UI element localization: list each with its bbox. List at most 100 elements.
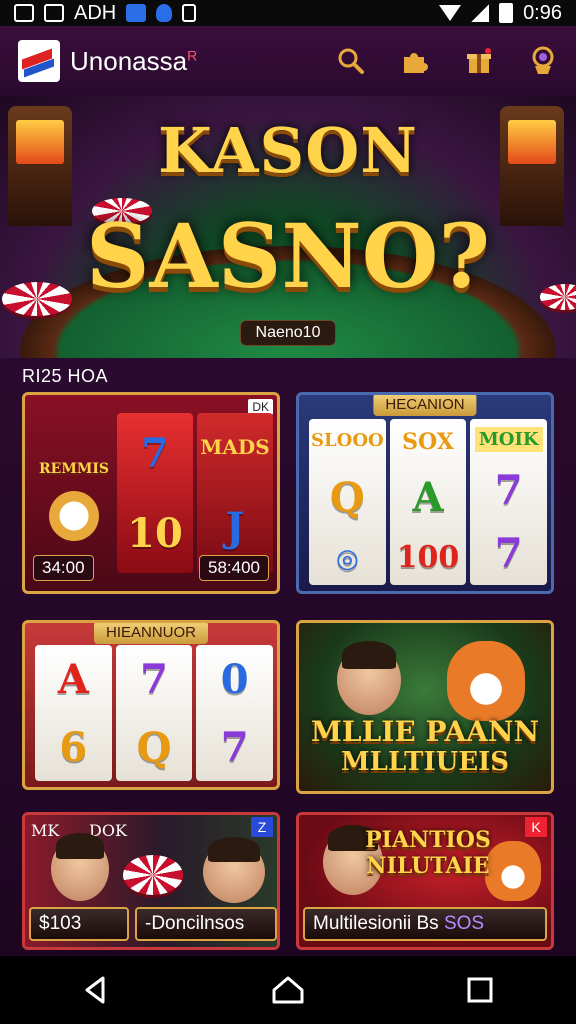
hero-banner[interactable]: KASON SASNO? Naeno10 bbox=[0, 96, 576, 358]
reel: A 6 bbox=[35, 645, 112, 781]
slot-reels: 7 10 MADS J bbox=[117, 413, 273, 573]
swirl-icon: ◎ bbox=[335, 543, 359, 574]
reel-symbol: J bbox=[225, 503, 245, 551]
promo-title-line1: MLLIE PAANN bbox=[310, 715, 540, 748]
reel: MADS J bbox=[197, 413, 273, 573]
slot-card[interactable]: HECANION SLOOO Q ◎ SOX A 100 MOIK 7 7 bbox=[296, 392, 554, 594]
balance-right: -Doncilnsos bbox=[135, 907, 277, 941]
status-time: 0:96 bbox=[523, 1, 562, 24]
status-right: 0:96 bbox=[439, 2, 562, 25]
slot-reels: A 6 7 Q 0 7 bbox=[35, 645, 274, 781]
search-button[interactable] bbox=[336, 46, 366, 76]
promo-card[interactable]: MLLIE PAANN MLLTIUEIS bbox=[296, 620, 554, 794]
image-icon bbox=[14, 4, 34, 22]
slot-card[interactable]: DK REMMIS 7 10 MADS J 34:00 58:400 bbox=[22, 392, 280, 594]
reel-symbol: A bbox=[57, 655, 89, 703]
search-icon bbox=[338, 48, 364, 74]
chip-icon bbox=[123, 855, 183, 895]
promo-tag-left: MK bbox=[31, 821, 60, 840]
slot-emblem-label: REMMIS bbox=[39, 461, 109, 477]
reel-symbol: 7 bbox=[141, 429, 169, 477]
hero-pill[interactable]: Naeno10 bbox=[240, 320, 336, 346]
app-logo[interactable] bbox=[18, 40, 60, 82]
reel-symbol: 100 bbox=[396, 540, 460, 576]
file-icon bbox=[182, 4, 197, 22]
promo-title-line2: MLLTIUEIS bbox=[340, 747, 510, 777]
coin-icon bbox=[49, 491, 99, 541]
reel: 7 Q bbox=[115, 645, 193, 781]
promo-bar-text: Multilesionii Bs bbox=[313, 913, 444, 934]
card-corner-badge: Z bbox=[251, 817, 273, 837]
hero-title-line2: SASNO? bbox=[85, 204, 491, 308]
promo-bar: Multilesionii Bs SOS bbox=[303, 907, 547, 941]
message-icon bbox=[44, 4, 64, 22]
slot-reels: SLOOO Q ◎ SOX A 100 MOIK 7 7 bbox=[309, 419, 548, 585]
reel: SOX A 100 bbox=[389, 419, 467, 585]
reel: MOIK 7 7 bbox=[470, 419, 548, 585]
reel-symbol: A bbox=[412, 473, 444, 521]
gift-button[interactable] bbox=[464, 46, 494, 76]
wifi-icon bbox=[439, 5, 462, 21]
promo-card[interactable]: MK DOK Z $103 -Doncilnsos bbox=[22, 812, 280, 950]
reel-label: MADS bbox=[200, 435, 270, 460]
system-nav-bar bbox=[0, 956, 576, 1024]
shield-icon bbox=[156, 4, 173, 22]
app-notification-icon bbox=[126, 4, 147, 22]
card-badge: HECANION bbox=[373, 395, 477, 416]
battery-icon bbox=[499, 3, 514, 23]
reel: 7 10 bbox=[117, 413, 193, 573]
reel-symbol: Q bbox=[329, 473, 365, 521]
app-actions bbox=[336, 46, 558, 76]
reel: 0 7 bbox=[196, 645, 274, 781]
balance-left: 34:00 bbox=[33, 555, 94, 581]
balance-right: 58:400 bbox=[199, 555, 269, 581]
slot-card[interactable]: HIEANNUOR A 6 7 Q 0 7 bbox=[22, 620, 280, 790]
reel-label: MOIK bbox=[474, 426, 543, 452]
host-avatar bbox=[51, 833, 109, 901]
rewards-button[interactable] bbox=[528, 46, 558, 76]
promo-card[interactable]: K PIANTIOS NILUTAIE Multilesionii Bs SOS bbox=[296, 812, 554, 950]
game-grid-section: RI25 HOA DK REMMIS 7 10 MADS J 34:00 58:… bbox=[0, 358, 576, 956]
host-avatar bbox=[337, 640, 401, 715]
card-badge: HIEANNUOR bbox=[93, 623, 209, 644]
app-bar: UnonassaR bbox=[0, 26, 576, 96]
reel-label: SOX bbox=[402, 428, 454, 455]
status-bar: ADH 0:96 bbox=[0, 0, 576, 26]
reel-symbol: Q bbox=[136, 723, 172, 771]
section-label: RI25 HOA bbox=[22, 366, 109, 386]
puzzle-icon bbox=[404, 53, 428, 73]
reel-symbol: 10 bbox=[127, 509, 183, 557]
promo-title-line2: NILUTAIE bbox=[366, 853, 490, 879]
back-icon bbox=[85, 976, 105, 1004]
hero-title-line1: KASON bbox=[158, 114, 418, 187]
recents-button[interactable] bbox=[450, 960, 510, 1020]
app-title: UnonassaR bbox=[70, 46, 197, 77]
gift-icon bbox=[467, 48, 491, 73]
games-button[interactable] bbox=[400, 46, 430, 76]
reel-symbol: 7 bbox=[140, 655, 168, 703]
app-title-text: Unonassa bbox=[70, 45, 188, 76]
reel-symbol: 7 bbox=[220, 723, 249, 771]
slot-emblem: REMMIS bbox=[33, 425, 115, 543]
reel-symbol: 0 bbox=[220, 655, 249, 703]
host-avatar bbox=[203, 837, 265, 903]
reel-symbol: 7 bbox=[494, 467, 523, 515]
signal-icon bbox=[471, 4, 490, 22]
recents-icon bbox=[467, 977, 493, 1003]
reel-symbol: 7 bbox=[494, 530, 523, 578]
home-button[interactable] bbox=[258, 960, 318, 1020]
promo-bar-accent: SOS bbox=[443, 913, 485, 934]
reel-label: SLOOO bbox=[310, 430, 384, 452]
promo-title-line1: PIANTIOS bbox=[365, 827, 491, 853]
home-icon bbox=[272, 976, 304, 1004]
carrier-label: ADH bbox=[74, 1, 117, 24]
reel-symbol: 6 bbox=[59, 723, 88, 771]
status-left: ADH bbox=[14, 1, 197, 25]
reel: SLOOO Q ◎ bbox=[309, 419, 386, 585]
fox-mascot bbox=[447, 641, 525, 721]
registered-mark: R bbox=[187, 46, 198, 63]
balance-left: $103 bbox=[29, 907, 129, 941]
card-corner-badge: K bbox=[525, 817, 547, 837]
medal-icon bbox=[532, 46, 554, 74]
back-button[interactable] bbox=[66, 960, 126, 1020]
